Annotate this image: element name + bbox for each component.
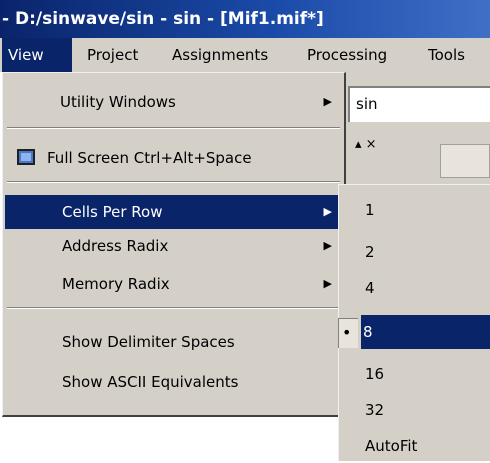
window-controls[interactable]: ▴ × bbox=[355, 137, 405, 167]
cells-per-row-submenu: 1 2 4 8 16 32 AutoFit bbox=[338, 184, 490, 461]
submenu-arrow-icon: ▶ bbox=[323, 239, 332, 252]
menu-item-utility-windows[interactable]: Utility Windows ▶ bbox=[5, 87, 342, 117]
submenu-item-8[interactable]: 8 bbox=[361, 315, 490, 349]
submenu-arrow-icon: ▶ bbox=[323, 95, 332, 108]
menu-item-label: Show Delimiter Spaces bbox=[62, 333, 235, 351]
toolbar-button[interactable] bbox=[440, 144, 490, 178]
menu-separator bbox=[7, 181, 340, 183]
submenu-item-label: 16 bbox=[365, 365, 385, 383]
name-input[interactable]: sin bbox=[348, 86, 490, 122]
menu-item-label: Memory Radix bbox=[62, 275, 170, 293]
menu-separator bbox=[7, 127, 340, 129]
submenu-item-2[interactable]: 2 bbox=[341, 235, 490, 269]
menu-item-label: Utility Windows bbox=[60, 93, 176, 111]
menu-bar: View Project Assignments Processing Tool… bbox=[0, 38, 490, 72]
menu-project[interactable]: Project bbox=[87, 38, 138, 72]
menu-item-label: Address Radix bbox=[62, 237, 169, 255]
submenu-item-4[interactable]: 4 bbox=[341, 271, 490, 305]
menu-tools[interactable]: Tools bbox=[428, 38, 465, 72]
submenu-item-label: 2 bbox=[365, 243, 375, 261]
menu-item-label: Cells Per Row bbox=[62, 203, 163, 221]
menu-item-show-delimiter-spaces[interactable]: Show Delimiter Spaces bbox=[5, 327, 342, 357]
radio-check-box: • bbox=[338, 318, 358, 348]
menu-assignments[interactable]: Assignments bbox=[172, 38, 268, 72]
fullscreen-icon bbox=[17, 149, 35, 165]
submenu-item-1[interactable]: 1 bbox=[341, 193, 490, 227]
submenu-item-label: 8 bbox=[363, 323, 373, 341]
menu-view[interactable]: View bbox=[2, 38, 72, 72]
radio-bullet-icon: • bbox=[342, 323, 352, 342]
menu-separator bbox=[7, 307, 340, 309]
submenu-arrow-icon: ▶ bbox=[323, 205, 332, 218]
window-title: - D:/sinwave/sin - sin - [Mif1.mif*] bbox=[0, 0, 490, 38]
submenu-item-label: 1 bbox=[365, 201, 375, 219]
submenu-item-label: 32 bbox=[365, 401, 385, 419]
submenu-item-autofit[interactable]: AutoFit bbox=[341, 429, 490, 463]
menu-item-label: Full Screen Ctrl+Alt+Space bbox=[47, 149, 252, 167]
menu-item-show-ascii-equivalents[interactable]: Show ASCII Equivalents bbox=[5, 367, 342, 397]
menu-item-address-radix[interactable]: Address Radix ▶ bbox=[5, 231, 342, 261]
menu-item-full-screen[interactable]: Full Screen Ctrl+Alt+Space bbox=[5, 143, 342, 173]
submenu-item-label: 4 bbox=[365, 279, 375, 297]
submenu-item-label: AutoFit bbox=[365, 437, 418, 455]
submenu-arrow-icon: ▶ bbox=[323, 277, 332, 290]
menu-processing[interactable]: Processing bbox=[307, 38, 387, 72]
view-menu: Utility Windows ▶ Full Screen Ctrl+Alt+S… bbox=[2, 72, 346, 417]
submenu-item-32[interactable]: 32 bbox=[341, 393, 490, 427]
menu-item-label: Show ASCII Equivalents bbox=[62, 373, 239, 391]
menu-item-cells-per-row[interactable]: Cells Per Row ▶ bbox=[5, 195, 342, 229]
menu-item-memory-radix[interactable]: Memory Radix ▶ bbox=[5, 269, 342, 299]
submenu-item-16[interactable]: 16 bbox=[341, 357, 490, 391]
